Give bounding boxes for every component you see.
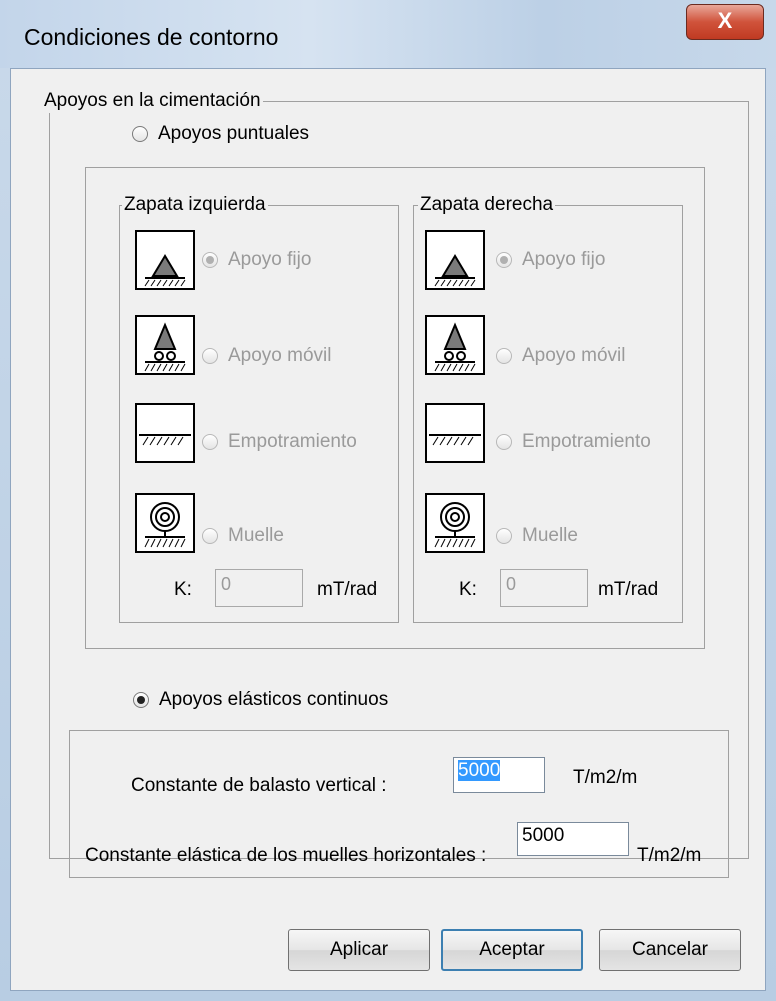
window-title: Condiciones de contorno [24,24,279,50]
right-radio-apoyo-fijo-label: Apoyo fijo [522,249,606,270]
dialog-client-area: Apoyos en la cimentación Apoyos puntuale… [10,68,766,991]
radio-apoyos-elasticos-label: Apoyos elásticos continuos [159,689,389,710]
zapata-derecha-legend: Zapata derecha [418,193,556,217]
right-k-label: K: [459,579,477,600]
right-radio-muelle-circle[interactable] [496,528,512,544]
left-radio-apoyo-movil-circle[interactable] [202,348,218,364]
muelles-h-unit: T/m2/m [637,845,702,866]
clamped-support-icon [425,403,485,463]
right-radio-empotramiento-circle[interactable] [496,434,512,450]
left-k-label: K: [174,579,192,600]
fixed-support-icon [135,230,195,290]
apoyos-group-legend: Apoyos en la cimentación [42,89,263,113]
radio-apoyos-elasticos[interactable]: Apoyos elásticos continuos [133,689,388,711]
right-radio-apoyo-movil-label: Apoyo móvil [522,345,626,366]
spring-support-icon [425,493,485,553]
left-k-unit: mT/rad [317,579,378,600]
left-radio-empotramiento-label: Empotramiento [228,431,357,452]
radio-apoyos-puntuales-circle[interactable] [132,126,148,142]
left-radio-muelle-label: Muelle [228,525,284,546]
right-radio-apoyo-movil-circle[interactable] [496,348,512,364]
right-radio-apoyo-movil[interactable]: Apoyo móvil [496,345,626,367]
right-radio-apoyo-fijo-circle[interactable] [496,252,512,268]
right-k-value: 0 [506,574,517,594]
left-radio-muelle-circle[interactable] [202,528,218,544]
roller-support-icon [425,315,485,375]
left-radio-empotramiento[interactable]: Empotramiento [202,431,357,453]
title-bar[interactable]: Condiciones de contorno X [0,0,776,68]
left-radio-apoyo-fijo-label: Apoyo fijo [228,249,312,270]
cancel-button-label: Cancelar [631,939,709,960]
apply-button[interactable]: Aplicar [288,929,430,971]
left-radio-empotramiento-circle[interactable] [202,434,218,450]
right-k-input[interactable]: 0 [500,569,588,607]
right-radio-empotramiento-label: Empotramiento [522,431,651,452]
right-radio-empotramiento[interactable]: Empotramiento [496,431,651,453]
left-radio-apoyo-fijo-circle[interactable] [202,252,218,268]
right-radio-muelle-label: Muelle [522,525,578,546]
balasto-value: 5000 [458,760,501,781]
dialog-window: Condiciones de contorno X Apoyos en la c… [0,0,776,1001]
left-radio-muelle[interactable]: Muelle [202,525,284,547]
spring-support-icon [135,493,195,553]
close-button[interactable]: X [686,4,764,40]
muelles-h-value: 5000 [522,825,565,846]
close-icon: X [717,8,733,33]
balasto-input[interactable]: 5000 [453,757,545,793]
accept-button-label: Aceptar [479,939,545,960]
muelles-h-input[interactable]: 5000 [517,822,629,856]
roller-support-icon [135,315,195,375]
right-radio-apoyo-fijo[interactable]: Apoyo fijo [496,249,605,271]
radio-apoyos-puntuales[interactable]: Apoyos puntuales [132,123,309,145]
zapata-izquierda-legend: Zapata izquierda [122,193,268,217]
right-k-unit: mT/rad [598,579,659,600]
muelles-h-label: Constante elástica de los muelles horizo… [85,845,487,866]
balasto-unit: T/m2/m [573,767,638,788]
radio-apoyos-puntuales-label: Apoyos puntuales [158,123,310,144]
left-radio-apoyo-movil-label: Apoyo móvil [228,345,332,366]
cancel-button[interactable]: Cancelar [599,929,741,971]
radio-apoyos-elasticos-circle[interactable] [133,692,149,708]
right-radio-muelle[interactable]: Muelle [496,525,578,547]
balasto-label: Constante de balasto vertical : [131,775,387,796]
accept-button[interactable]: Aceptar [441,929,583,971]
apply-button-label: Aplicar [329,939,389,960]
left-radio-apoyo-fijo[interactable]: Apoyo fijo [202,249,311,271]
clamped-support-icon [135,403,195,463]
left-radio-apoyo-movil[interactable]: Apoyo móvil [202,345,332,367]
left-k-value: 0 [221,574,232,594]
fixed-support-icon [425,230,485,290]
left-k-input[interactable]: 0 [215,569,303,607]
